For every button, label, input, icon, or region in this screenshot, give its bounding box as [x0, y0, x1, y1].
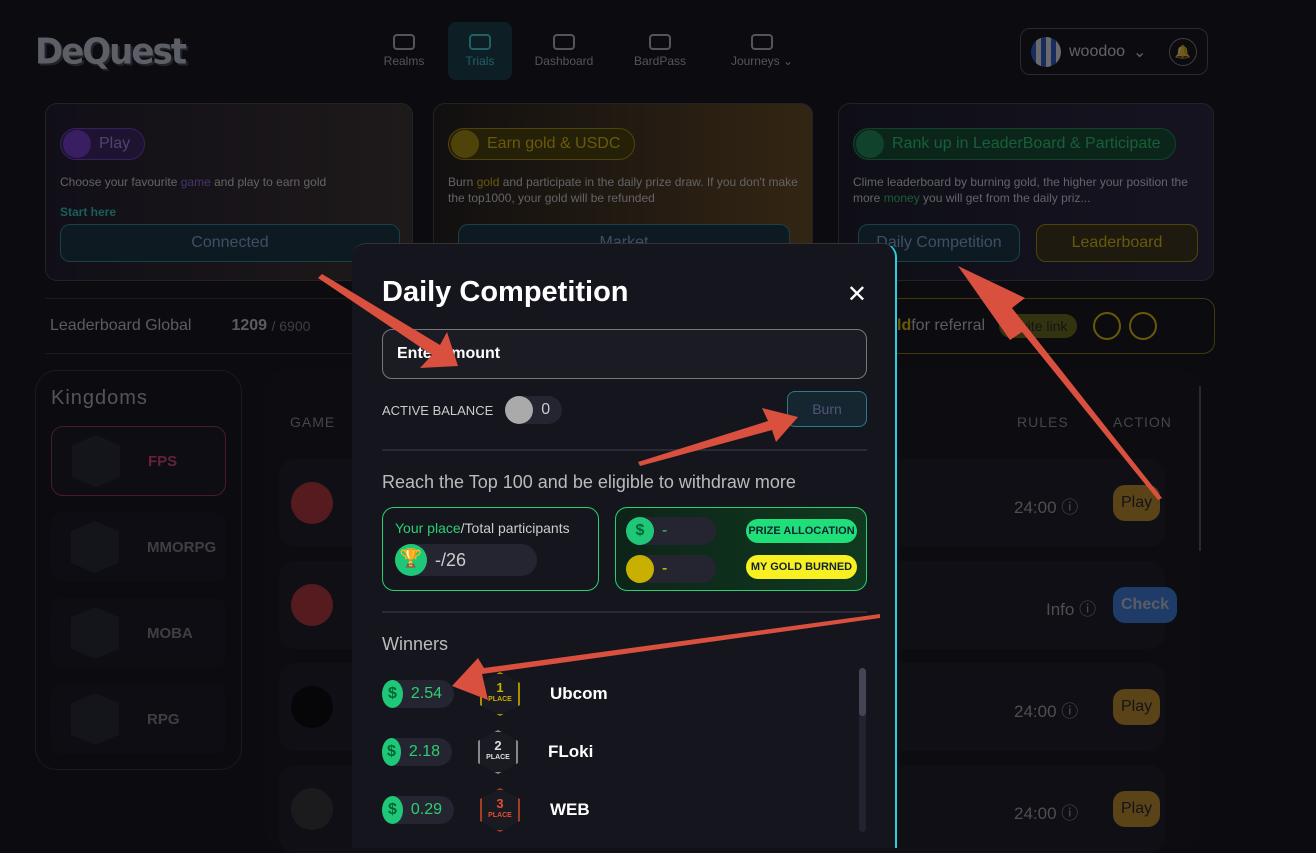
annotation-arrows: [318, 266, 1162, 700]
arrow-to-input: [318, 274, 458, 368]
arrow-to-burn: [638, 408, 798, 466]
arrow-to-daily-competition: [958, 266, 1162, 500]
arrow-to-winner: [452, 614, 880, 700]
